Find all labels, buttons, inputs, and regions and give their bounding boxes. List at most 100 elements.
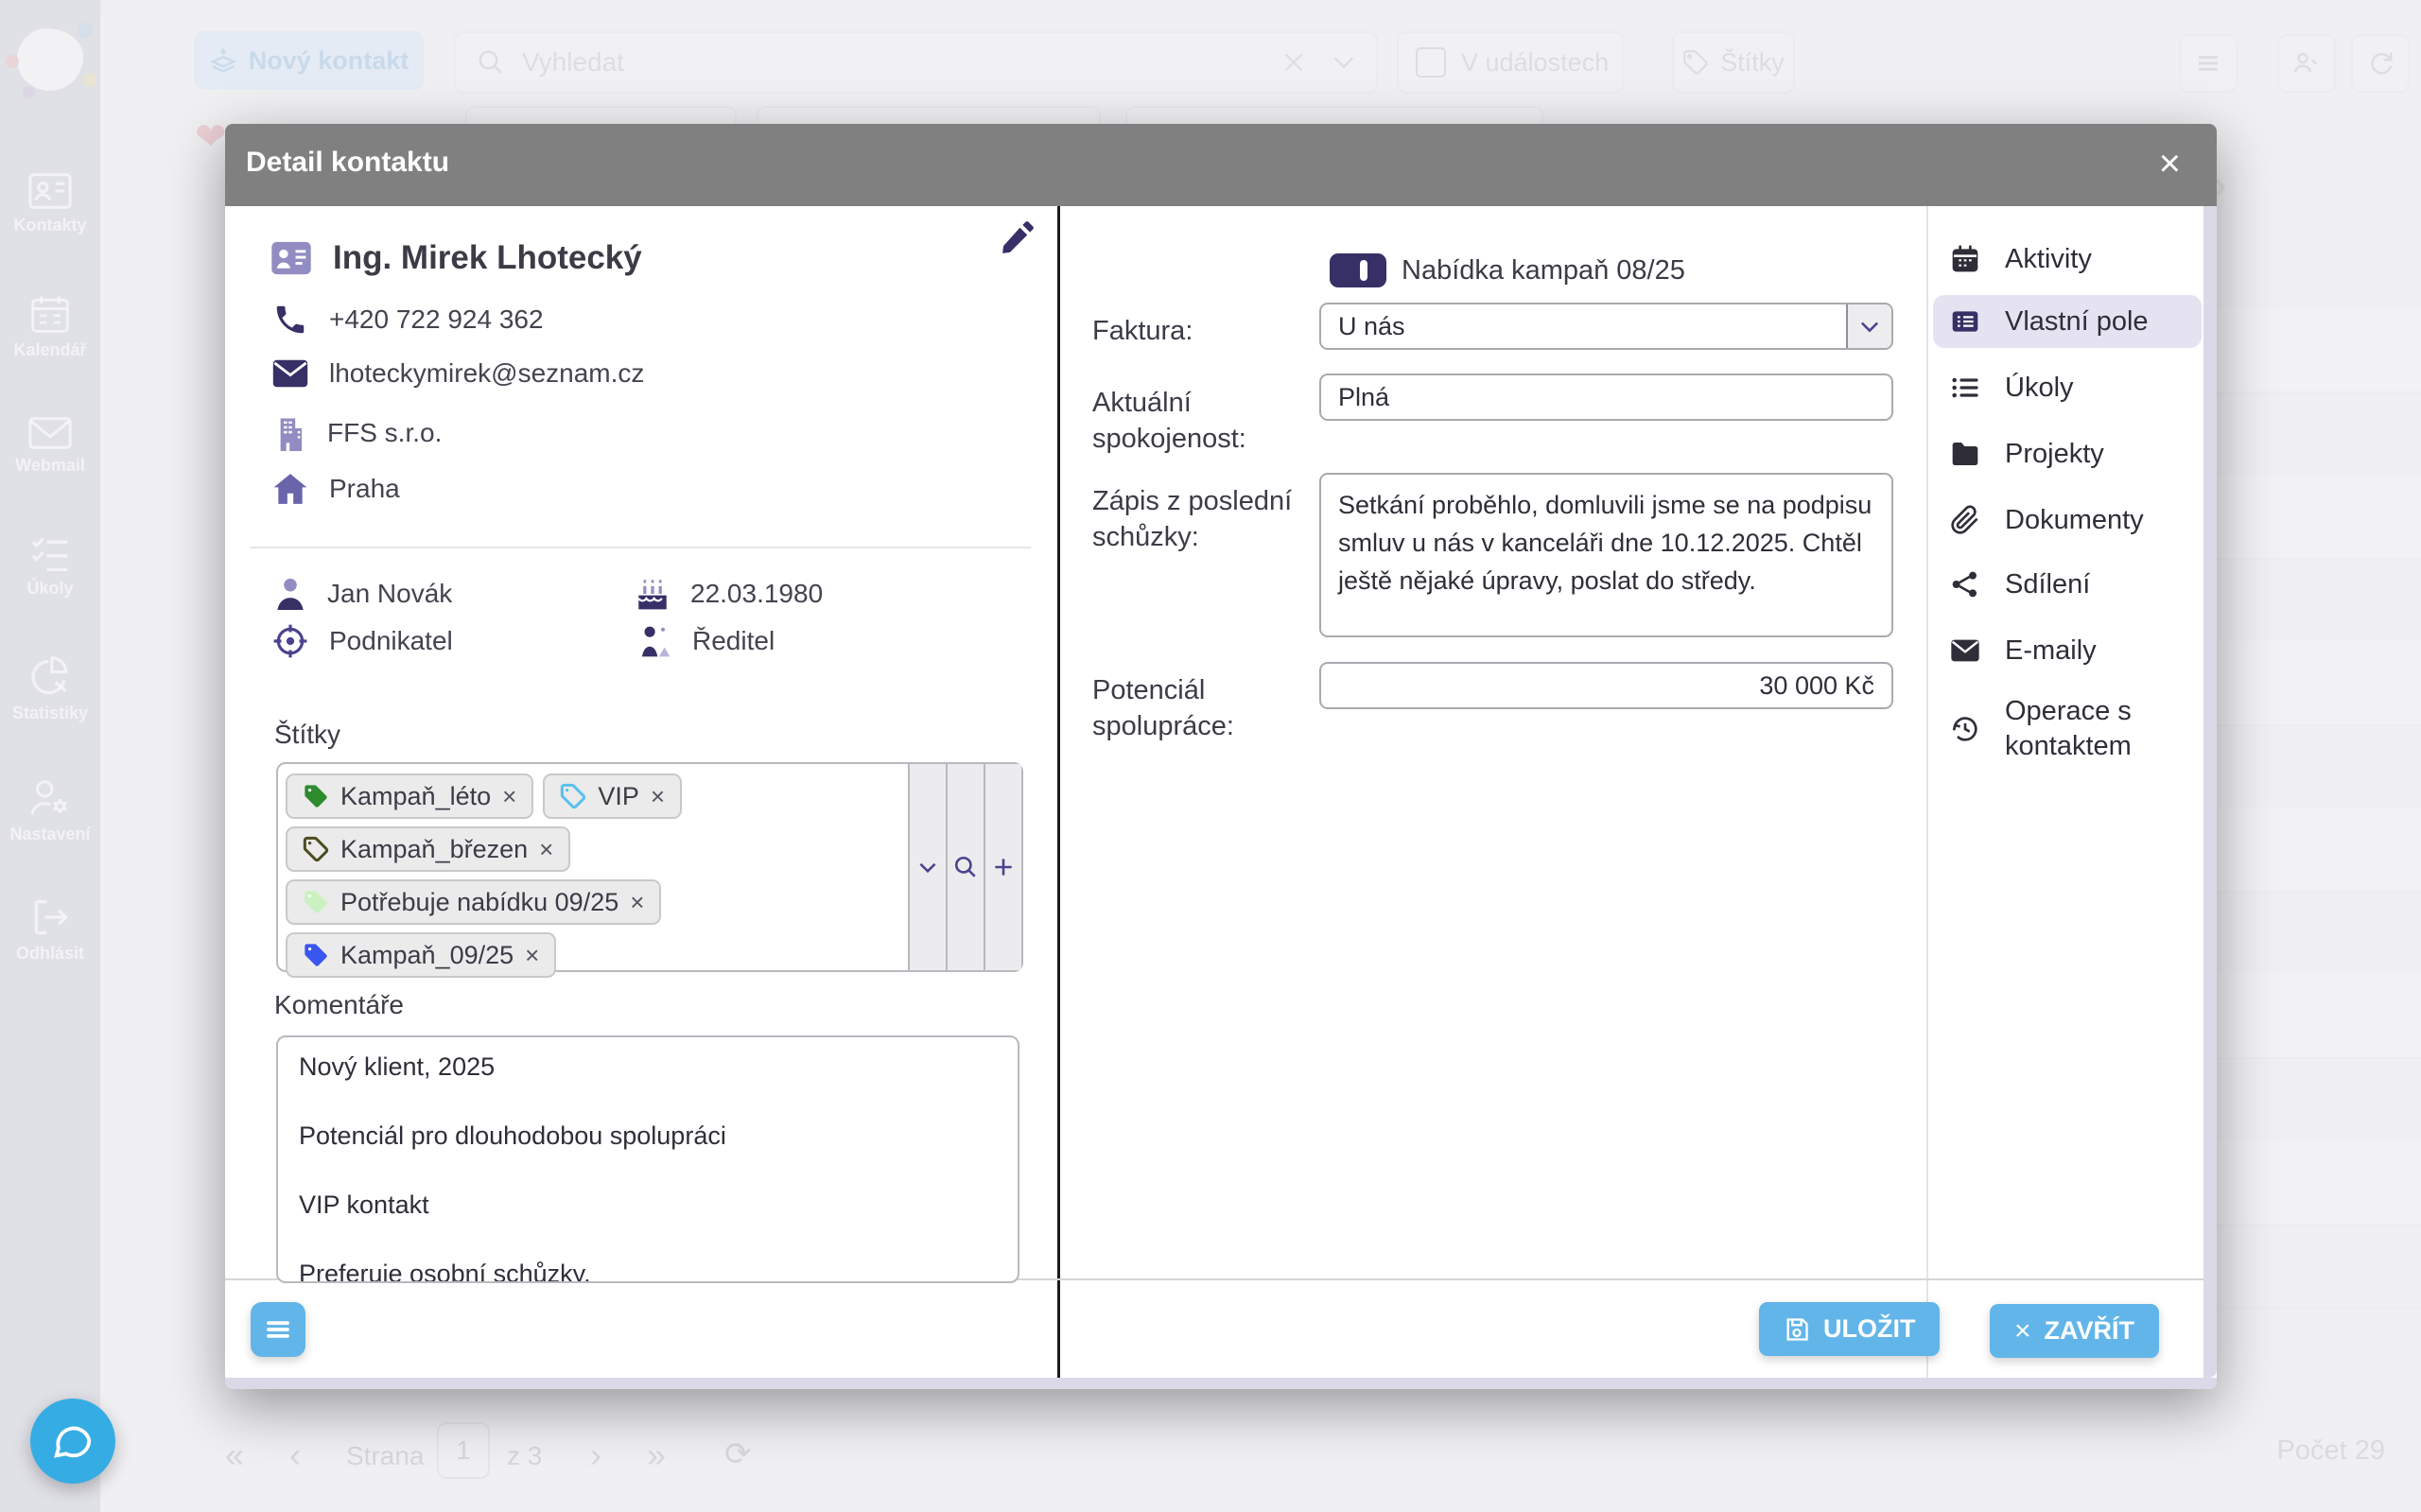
- tag-label: VIP: [598, 782, 639, 811]
- menu-item-dokumenty[interactable]: Dokumenty: [1933, 494, 2202, 547]
- menu-item-projekty[interactable]: Projekty: [1933, 427, 2202, 480]
- contact-name-row: Ing. Mirek Lhotecký: [270, 239, 642, 277]
- close-modal-icon[interactable]: ×: [2159, 143, 2181, 184]
- tags-search-button[interactable]: [946, 764, 984, 970]
- comment-line: VIP kontakt: [299, 1190, 997, 1219]
- search-icon: [953, 855, 978, 879]
- comments-textarea[interactable]: Nový klient, 2025 Potenciál pro dlouhodo…: [276, 1035, 1019, 1283]
- edit-contact-icon[interactable]: [999, 220, 1035, 256]
- envelope-icon: [272, 358, 308, 389]
- comment-line: Preferuje osobní schůzky.: [299, 1260, 997, 1283]
- contact-phone[interactable]: +420 722 924 362: [329, 304, 544, 335]
- menu-item-label: Projekty: [2005, 439, 2104, 470]
- calendar-icon: [1950, 244, 1980, 274]
- chat-widget-button[interactable]: [30, 1399, 115, 1484]
- tag-label: Kampaň_09/25: [340, 941, 514, 970]
- menu-item-emaily[interactable]: E-maily: [1933, 624, 2202, 677]
- contact-email[interactable]: lhoteckymirek@seznam.cz: [329, 358, 644, 389]
- menu-item-label: Úkoly: [2005, 373, 2074, 404]
- tag-chip[interactable]: VIP ×: [543, 773, 682, 819]
- remove-tag-icon[interactable]: ×: [630, 888, 644, 917]
- contact-email-row: lhoteckymirek@seznam.cz: [272, 358, 644, 389]
- save-button[interactable]: ULOŽIT: [1759, 1302, 1940, 1356]
- birthday-value: 22.03.1980: [690, 579, 823, 609]
- tag-icon: [303, 783, 329, 809]
- tag-chip[interactable]: Kampaň_březen ×: [286, 826, 570, 872]
- menu-item-aktivity[interactable]: Aktivity: [1933, 233, 2202, 286]
- owner-row: Jan Novák: [274, 576, 452, 612]
- potencial-value: 30 000 Kč: [1321, 664, 1891, 707]
- tag-icon: [303, 942, 329, 968]
- share-icon: [1950, 569, 1980, 600]
- contact-detail-modal: Detail kontaktu × Ing. Mirek Lhotecký +4…: [225, 124, 2217, 1389]
- segment-row: Podnikatel: [272, 623, 453, 659]
- remove-tag-icon[interactable]: ×: [651, 782, 665, 811]
- menu-item-label: Aktivity: [2005, 244, 2092, 275]
- campaign-toggle[interactable]: [1330, 253, 1386, 287]
- menu-item-label: Operace s kontaktem: [2005, 694, 2185, 764]
- faktura-select[interactable]: U nás: [1319, 303, 1893, 350]
- building-icon: [274, 415, 306, 451]
- birthday-cake-icon: [636, 576, 670, 612]
- target-icon: [272, 623, 308, 659]
- tag-icon: [303, 889, 329, 915]
- tags-dropdown-button[interactable]: [908, 764, 946, 970]
- modal-header: Detail kontaktu ×: [225, 124, 2217, 206]
- hamburger-icon: [264, 1315, 292, 1344]
- potencial-input[interactable]: 30 000 Kč: [1319, 662, 1893, 709]
- role-person-icon: [637, 623, 671, 659]
- custom-fields-icon: [1950, 306, 1980, 337]
- tag-chip[interactable]: Kampaň_léto ×: [286, 773, 533, 819]
- field-label-zapis: Zápis z poslední schůzky:: [1092, 483, 1310, 555]
- segment-value: Podnikatel: [329, 626, 453, 656]
- menu-item-label: Dokumenty: [2005, 505, 2144, 536]
- menu-item-ukoly[interactable]: Úkoly: [1933, 361, 2202, 414]
- contact-city[interactable]: Praha: [329, 474, 400, 504]
- zapis-value: Setkání proběhlo, domluvili jsme se na p…: [1321, 475, 1891, 611]
- panel-divider-right: [1926, 206, 1928, 1378]
- contact-phone-row: +420 722 924 362: [272, 302, 544, 338]
- tag-chip[interactable]: Potřebuje nabídku 09/25 ×: [286, 879, 661, 925]
- tag-icon: [303, 836, 329, 862]
- contact-name: Ing. Mirek Lhotecký: [333, 239, 642, 277]
- zapis-textarea[interactable]: Setkání proběhlo, domluvili jsme se na p…: [1319, 473, 1893, 637]
- save-floppy-icon: [1784, 1316, 1810, 1343]
- vertical-scrollbar[interactable]: [2203, 206, 2217, 1378]
- menu-item-vlastni-pole[interactable]: Vlastní pole: [1933, 295, 2202, 348]
- faktura-value: U nás: [1321, 304, 1891, 348]
- close-button[interactable]: × ZAVŘÍT: [1990, 1304, 2159, 1358]
- spokojenost-input[interactable]: Plná: [1319, 374, 1893, 421]
- folder-icon: [1950, 439, 1980, 469]
- comments-section-label: Komentáře: [274, 990, 404, 1020]
- menu-item-label: E-maily: [2005, 635, 2097, 667]
- comment-line: Potenciál pro dlouhodobou spolupráci: [299, 1121, 997, 1150]
- contact-card-icon: [270, 241, 312, 275]
- menu-item-label: Vlastní pole: [2005, 306, 2149, 338]
- contact-company-row: FFS s.r.o.: [274, 415, 442, 451]
- plus-icon: [991, 855, 1016, 879]
- modal-title: Detail kontaktu: [246, 147, 449, 179]
- home-icon: [272, 472, 308, 506]
- contact-city-row: Praha: [272, 472, 400, 506]
- paperclip-icon: [1950, 505, 1980, 535]
- horizontal-scrollbar[interactable]: [225, 1378, 2217, 1389]
- tag-chip[interactable]: Kampaň_09/25 ×: [286, 932, 556, 978]
- remove-tag-icon[interactable]: ×: [539, 835, 553, 864]
- menu-item-sdileni[interactable]: Sdílení: [1933, 558, 2202, 611]
- select-caret-button[interactable]: [1846, 304, 1891, 348]
- add-tag-button[interactable]: [984, 764, 1021, 970]
- remove-tag-icon[interactable]: ×: [525, 941, 539, 970]
- menu-item-operace[interactable]: Operace s kontaktem: [1933, 688, 2202, 770]
- contact-company[interactable]: FFS s.r.o.: [327, 418, 442, 448]
- left-panel-menu-button[interactable]: [251, 1302, 305, 1357]
- tag-chip-list: Kampaň_léto × VIP × Kampaň_březen × Potř…: [278, 764, 908, 970]
- remove-tag-icon[interactable]: ×: [502, 782, 516, 811]
- comment-line: Nový klient, 2025: [299, 1052, 997, 1081]
- tag-label: Kampaň_březen: [340, 835, 528, 864]
- section-divider: [250, 547, 1031, 548]
- owner-name: Jan Novák: [327, 579, 452, 609]
- chevron-down-icon: [915, 855, 940, 879]
- close-x-icon: ×: [2014, 1315, 2031, 1347]
- envelope-icon: [1950, 638, 1980, 663]
- phone-icon: [272, 302, 308, 338]
